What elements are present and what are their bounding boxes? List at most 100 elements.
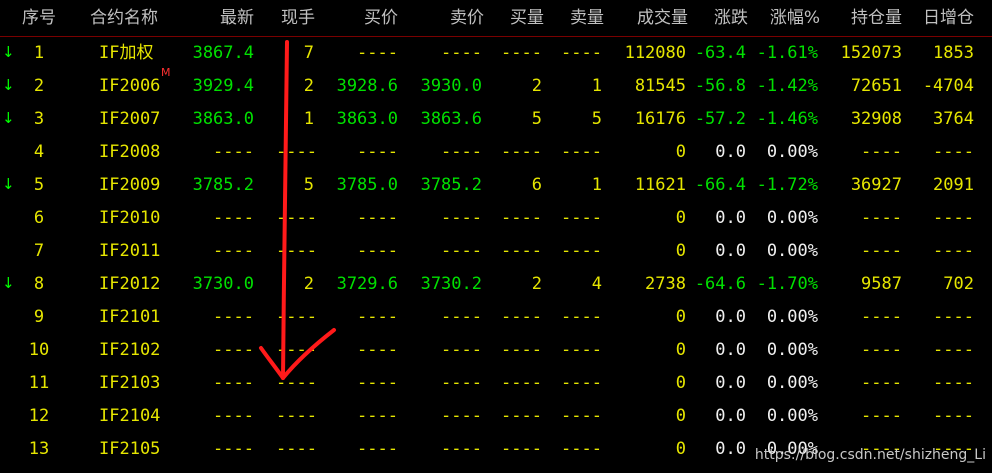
down-arrow-icon: ↓ [2, 76, 15, 94]
column-header-vol-now[interactable]: 现手 [276, 6, 320, 30]
column-header-ask[interactable]: 卖价 [420, 6, 484, 30]
table-row[interactable]: 10 IF2102 ---- ---- ---- ---- ---- ---- 0 0.0 0.00… [0, 334, 992, 367]
cell-index: 1 [33, 43, 45, 63]
cell-open-interest: ---- [861, 406, 902, 426]
cell-bid: ---- [357, 406, 398, 426]
cell-change-pct: -1.70% [756, 274, 818, 294]
cell-contract-name: IF2009 [99, 175, 161, 195]
cell-vol-now: 1 [303, 109, 314, 129]
cell-volume: 0 [675, 340, 686, 360]
column-header-bid-vol[interactable]: 买量 [500, 6, 544, 30]
cell-contract-name: IF2006 [99, 76, 161, 96]
cell-open-interest: ---- [861, 142, 902, 162]
cell-contract-name: IF2103 [99, 373, 161, 393]
cell-contract-name: IF加权 [99, 43, 154, 63]
cell-change-pct: 0.00% [766, 340, 818, 360]
cell-bid-vol: ---- [501, 142, 542, 162]
column-header-ask-vol[interactable]: 卖量 [560, 6, 604, 30]
cell-contract-name: IF2010 [99, 208, 161, 228]
cell-open-interest: ---- [861, 373, 902, 393]
table-row[interactable]: 11 IF2103 ---- ---- ---- ---- ---- ---- 0 0.0 0.00… [0, 367, 992, 400]
cell-change: 0.0 [715, 241, 746, 261]
cell-change: -57.2 [694, 109, 746, 129]
table-row[interactable]: 4 IF2008 ---- ---- ---- ---- ---- ---- 0 0.0 0.00%… [0, 136, 992, 169]
cell-contract-name: IF2008 [99, 142, 161, 162]
cell-bid: ---- [357, 340, 398, 360]
cell-bid: 3785.0 [336, 175, 398, 195]
cell-oi-change: ---- [933, 373, 974, 393]
cell-open-interest: 32908 [850, 109, 902, 129]
column-header-oi-change[interactable]: 日增仓 [910, 6, 974, 30]
cell-ask: ---- [441, 241, 482, 261]
cell-change-pct: 0.00% [766, 142, 818, 162]
cell-vol-now: ---- [276, 307, 317, 327]
cell-bid-vol: 2 [531, 274, 542, 294]
down-arrow-icon: ↓ [2, 109, 15, 127]
column-header-change[interactable]: 涨跌 [690, 6, 748, 30]
cell-bid-vol: 5 [531, 109, 542, 129]
cell-vol-now: 2 [303, 274, 314, 294]
cell-contract-name: IF2104 [99, 406, 161, 426]
cell-bid: 3928.6 [336, 76, 398, 96]
column-header-open-interest[interactable]: 持仓量 [830, 6, 902, 30]
cell-vol-now: 5 [303, 175, 314, 195]
table-row[interactable]: 7 IF2011 ---- ---- ---- ---- ---- ---- 0 0.0 0.00%… [0, 235, 992, 268]
column-header-name[interactable]: 合约名称 [90, 6, 170, 30]
cell-change-pct: -1.42% [756, 76, 818, 96]
column-header-last[interactable]: 最新 [190, 6, 254, 30]
cell-vol-now: ---- [276, 406, 317, 426]
cell-open-interest: ---- [861, 208, 902, 228]
table-row[interactable]: ↓ 5 IF2009 3785.2 5 3785.0 3785.2 6 1 11621 -66.4-… [0, 169, 992, 202]
cell-ask-vol: ---- [561, 340, 602, 360]
table-row[interactable]: ↓ 2 IF2006 M 3929.4 2 3928.6 3930.0 2 1 81545 -56.8… [0, 66, 992, 103]
cell-change-pct: -1.72% [756, 175, 818, 195]
cell-change: 0.0 [715, 340, 746, 360]
cell-oi-change: ---- [933, 142, 974, 162]
cell-oi-change: 702 [943, 274, 974, 294]
cell-index: 3 [33, 109, 45, 129]
cell-ask-vol: ---- [561, 142, 602, 162]
cell-bid: ---- [357, 307, 398, 327]
table-row[interactable]: 6 IF2010 ---- ---- ---- ---- ---- ---- 0 0.0 0.00%… [0, 202, 992, 235]
cell-index: 11 [28, 373, 50, 393]
column-header-volume[interactable]: 成交量 [616, 6, 688, 30]
table-row[interactable]: 9 IF2101 ---- ---- ---- ---- ---- ---- 0 0.0 0.00%… [0, 301, 992, 334]
cell-last: 3867.4 [192, 43, 254, 63]
cell-contract-name: IF2102 [99, 340, 161, 360]
column-header-change-pct[interactable]: 涨幅% [754, 6, 820, 30]
cell-volume: 0 [675, 208, 686, 228]
table-row[interactable]: ↓ 1 IF加权 3867.4 7 ---- ---- ---- ---- 112080 -63.4… [0, 37, 992, 70]
cell-index: 6 [33, 208, 45, 228]
table-row[interactable]: ↓ 3 IF2007 3863.0 1 3863.0 3863.6 5 5 16176 -57.2-… [0, 103, 992, 136]
cell-ask-vol: ---- [561, 208, 602, 228]
cell-ask: ---- [441, 43, 482, 63]
down-arrow-icon: ↓ [2, 175, 15, 193]
cell-last: ---- [213, 142, 254, 162]
cell-index: 10 [28, 340, 50, 360]
column-header-index[interactable]: 序号 [14, 6, 64, 30]
cell-ask: 3730.2 [420, 274, 482, 294]
main-contract-marker: M [161, 66, 171, 79]
cell-ask: ---- [441, 439, 482, 459]
cell-bid: ---- [357, 142, 398, 162]
cell-volume: 16176 [634, 109, 686, 129]
cell-last: 3863.0 [192, 109, 254, 129]
cell-ask: 3863.6 [420, 109, 482, 129]
cell-open-interest: 72651 [850, 76, 902, 96]
table-row[interactable]: 12 IF2104 ---- ---- ---- ---- ---- ---- 0 0.0 0.00… [0, 400, 992, 433]
cell-contract-name: IF2012 [99, 274, 161, 294]
column-header-bid[interactable]: 买价 [334, 6, 398, 30]
cell-change: -56.8 [694, 76, 746, 96]
cell-contract-name: IF2105 [99, 439, 161, 459]
cell-change-pct: 0.00% [766, 241, 818, 261]
cell-ask-vol: ---- [561, 373, 602, 393]
cell-ask-vol: 4 [591, 274, 602, 294]
table-row[interactable]: ↓ 8 IF2012 3730.0 2 3729.6 3730.2 2 4 2738 -64.6 -1… [0, 268, 992, 301]
cell-last: ---- [213, 307, 254, 327]
cell-index: 7 [33, 241, 45, 261]
cell-oi-change: ---- [933, 307, 974, 327]
cell-ask-vol: ---- [561, 241, 602, 261]
cell-bid: ---- [357, 241, 398, 261]
cell-index: 5 [33, 175, 45, 195]
cell-oi-change: ---- [933, 208, 974, 228]
